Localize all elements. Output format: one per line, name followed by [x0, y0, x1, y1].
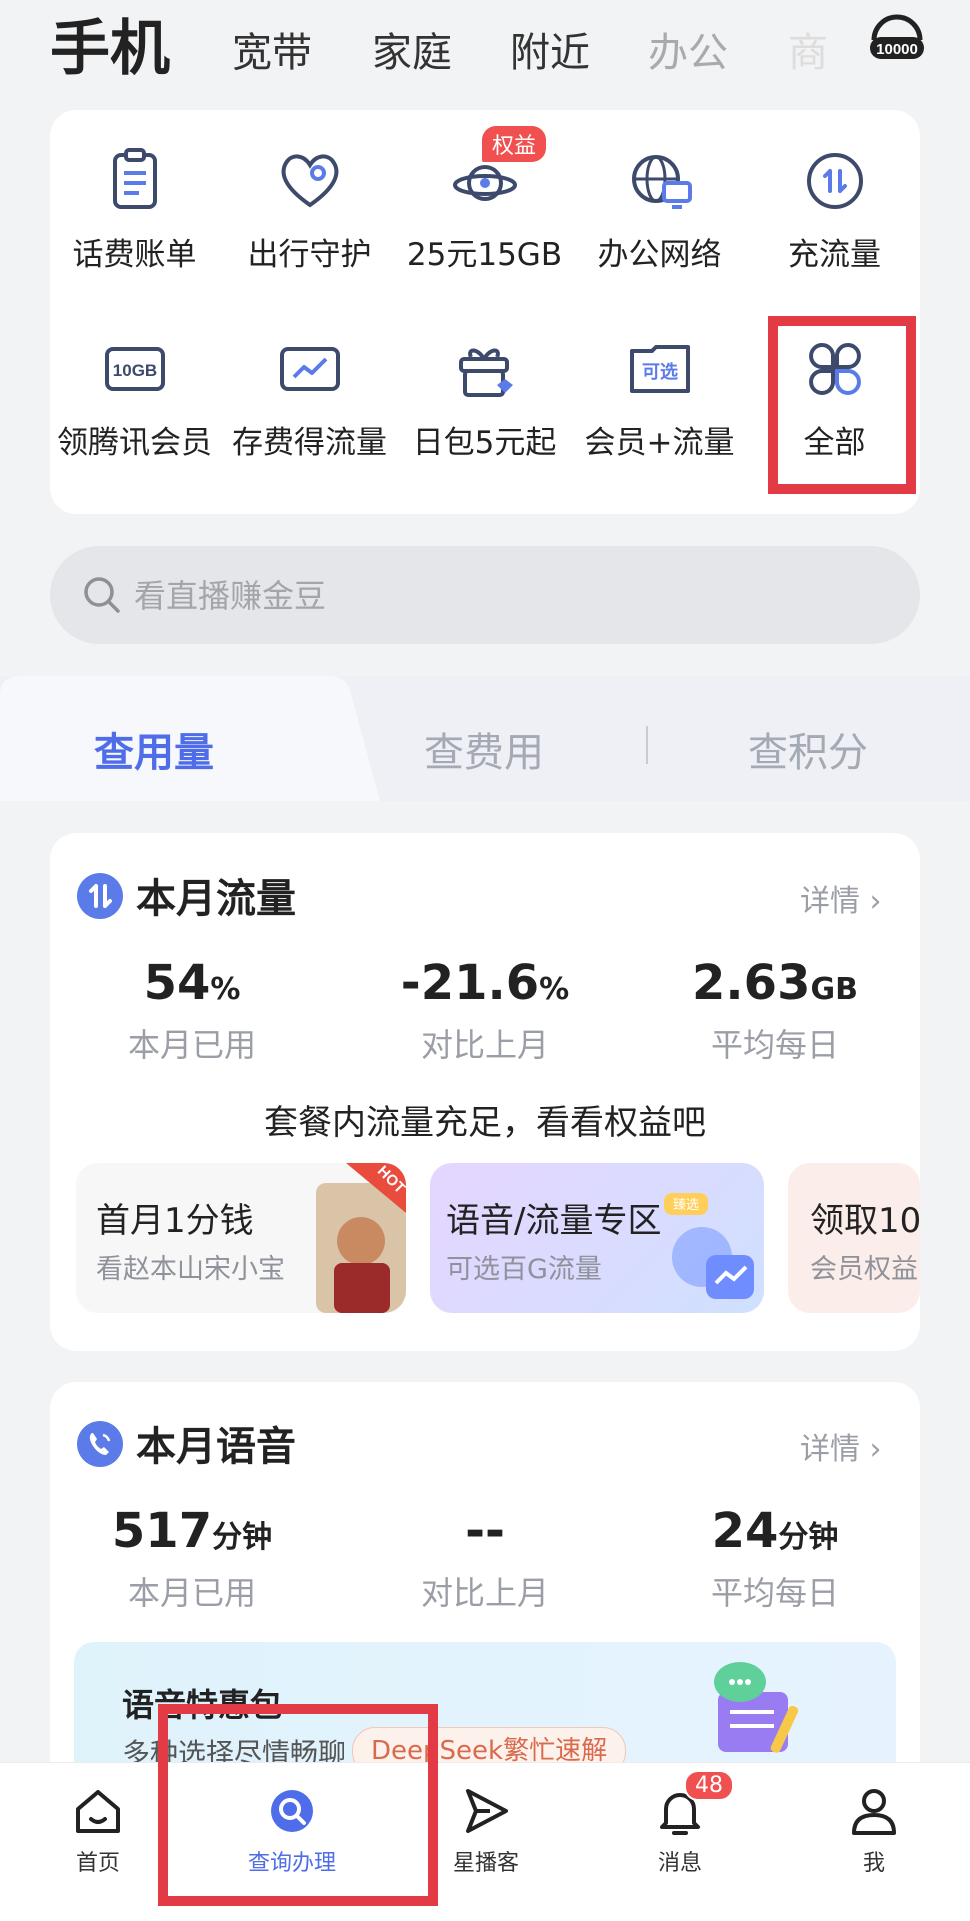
rights-badge: 权益 [482, 126, 547, 162]
chat-illustration [714, 1662, 799, 1753]
tab-office[interactable]: 办公 [648, 20, 728, 78]
phone-icon [77, 1421, 123, 1467]
search-input[interactable] [132, 568, 736, 624]
promo-person-image: HOT [316, 1163, 406, 1313]
bottom-nav: 首页 查询办理 星播客 消息 我 [0, 1762, 970, 1921]
top-category-tabs: 手机 宽带 家庭 附近 办公 商 10000 [0, 0, 970, 90]
service-label: 出行守护 [247, 237, 372, 273]
data-transfer-icon [806, 153, 863, 209]
voice-usage-title: 本月语音 [136, 1424, 296, 1470]
svg-text:可选: 可选 [642, 362, 678, 383]
tab-broadband[interactable]: 宽带 [232, 20, 312, 78]
promo-voice-data-zone[interactable]: 语音/流量专区 可选百G流量 臻选 [430, 1163, 764, 1313]
highlight-all-box [768, 316, 916, 494]
voice-stat-compare-label: 对比上月 [420, 1574, 549, 1612]
promo-subtitle: 看赵本山宋小宝 [96, 1254, 285, 1285]
data-stat-used-label: 本月已用 [127, 1026, 256, 1064]
tab-check-points[interactable]: 查积分 [748, 720, 868, 778]
bill-icon [112, 148, 157, 209]
voice-stat-daily-label: 平均每日 [710, 1574, 839, 1612]
tab-family[interactable]: 家庭 [372, 20, 452, 78]
service-label: 办公网络 [597, 237, 722, 273]
promo-claim[interactable]: 领取10 会员权益 [788, 1163, 920, 1313]
nav-me[interactable]: 我 [804, 1783, 944, 1877]
optional-card-icon: 可选 [629, 345, 690, 393]
data-usage-title: 本月流量 [136, 876, 296, 922]
service-bill[interactable]: 话费账单 [47, 145, 222, 295]
promo-subtitle: 可选百G流量 [446, 1254, 602, 1285]
service-label: 充流量 [788, 237, 881, 273]
search-icon [84, 577, 120, 613]
data-notice: 套餐内流量充足，看看权益吧 [264, 1103, 706, 1143]
service-label: 会员+流量 [584, 425, 735, 461]
svg-text:臻选: 臻选 [673, 1198, 699, 1213]
voice-stat-used-label: 本月已用 [127, 1574, 256, 1612]
tab-nearby[interactable]: 附近 [510, 20, 590, 78]
nav-label: 消息 [657, 1851, 702, 1876]
chevron-right-icon: › [860, 884, 882, 919]
data-stat-compare: -21.6% [400, 955, 570, 1011]
tab-phone[interactable]: 手机 [50, 0, 170, 87]
service-recharge-data[interactable]: 充流量 [747, 145, 922, 295]
service-label: 话费账单 [72, 237, 197, 273]
globe-monitor-icon [631, 155, 692, 209]
message-count-badge: 48 [684, 1770, 734, 1801]
svg-text:10000: 10000 [876, 41, 918, 58]
promo-first-month[interactable]: 首月1分钱 看赵本山宋小宝 HOT [76, 1163, 406, 1313]
send-icon [466, 1789, 508, 1833]
segment-divider [646, 726, 648, 764]
tab-business[interactable]: 商 [788, 20, 828, 78]
data-stat-daily: 2.63GB [692, 955, 858, 1011]
service-deposit-data[interactable]: 存费得流量 [222, 333, 397, 483]
heart-location-icon [281, 154, 338, 208]
voice-stat-used: 517分钟 [111, 1503, 273, 1559]
10gb-card-icon: 10GB [104, 347, 165, 391]
service-office-network[interactable]: 办公网络 [572, 145, 747, 295]
data-stat-compare-label: 对比上月 [420, 1026, 549, 1064]
search-bar[interactable] [50, 546, 920, 644]
voice-detail-link[interactable]: 详情 › [800, 1424, 882, 1468]
promo-subtitle: 会员权益 [810, 1254, 918, 1285]
service-label: 存费得流量 [232, 425, 387, 461]
data-usage-icon [77, 873, 123, 919]
tab-check-fees[interactable]: 查费用 [424, 720, 544, 778]
nav-home[interactable]: 首页 [28, 1783, 168, 1877]
service-label: 日包5元起 [412, 425, 557, 461]
promo-title: 领取10 [810, 1201, 920, 1241]
service-tencent-vip[interactable]: 10GB 领腾讯会员 [47, 333, 222, 483]
chevron-right-icon: › [860, 1432, 882, 1467]
voice-stat-compare: -- [465, 1503, 505, 1559]
service-label: 25元15GB [406, 237, 563, 273]
promo-title: 首月1分钱 [96, 1201, 254, 1241]
data-stat-daily-label: 平均每日 [710, 1026, 839, 1064]
gift-icon [458, 348, 513, 397]
voice-stat-daily: 24分钟 [711, 1503, 839, 1559]
home-icon [76, 1790, 120, 1833]
svg-text:10GB: 10GB [112, 361, 156, 380]
data-detail-link[interactable]: 详情 › [800, 876, 882, 920]
service-label: 领腾讯会员 [57, 425, 212, 461]
tab-check-usage[interactable]: 查用量 [94, 720, 214, 778]
user-icon [852, 1789, 896, 1835]
10000-logo-icon[interactable]: 10000 [866, 10, 928, 72]
chart-card-icon [279, 347, 340, 391]
service-25yuan-15gb[interactable]: 25元15GB [397, 145, 572, 295]
service-daily-pack[interactable]: 日包5元起 [397, 333, 572, 483]
highlight-query-box [158, 1704, 438, 1906]
nav-label: 首页 [75, 1851, 120, 1876]
data-stat-used: 54% [143, 955, 241, 1011]
service-member-data[interactable]: 可选 会员+流量 [572, 333, 747, 483]
service-travel-guard[interactable]: 出行守护 [222, 145, 397, 295]
promo-title: 语音/流量专区 [446, 1201, 662, 1241]
nav-label: 我 [862, 1851, 885, 1876]
promo-voice-illustration: 臻选 [664, 1193, 754, 1299]
